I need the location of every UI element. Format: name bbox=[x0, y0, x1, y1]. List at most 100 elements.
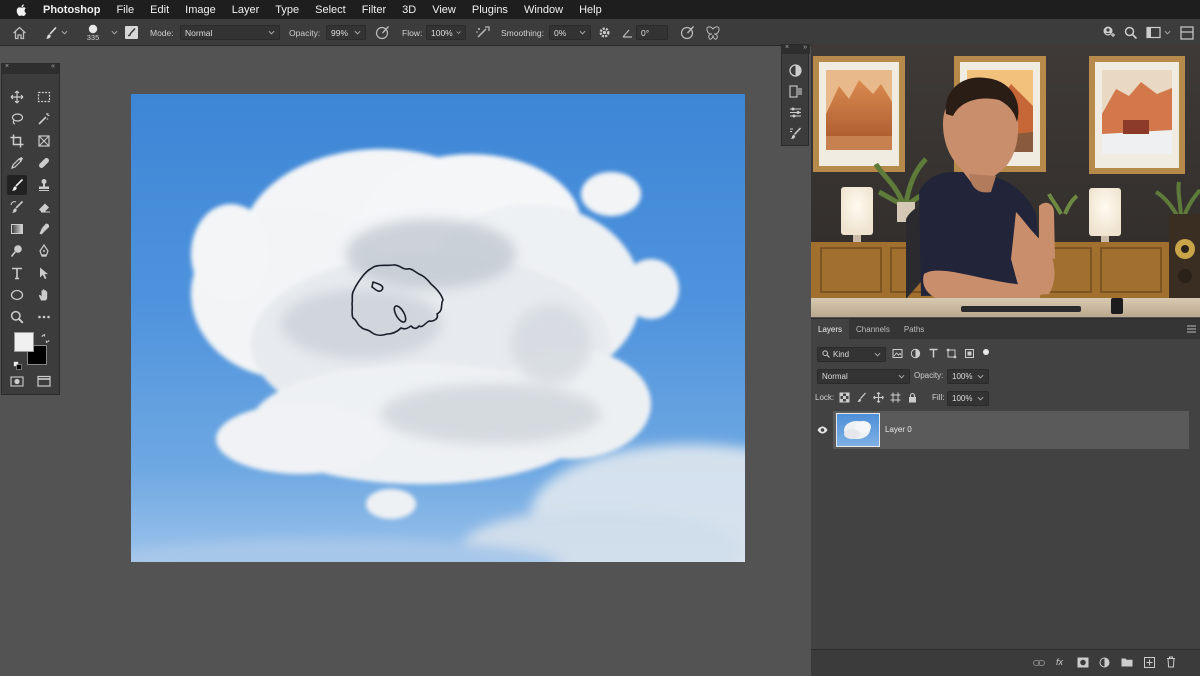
brush-settings-toggle[interactable] bbox=[124, 19, 139, 46]
type-tool[interactable] bbox=[7, 263, 27, 283]
collapsed-panel-header[interactable]: × » bbox=[782, 44, 810, 54]
more-tools[interactable] bbox=[34, 307, 54, 327]
pressure-opacity-toggle[interactable] bbox=[375, 19, 390, 46]
dodge-tool[interactable] bbox=[7, 241, 27, 261]
filter-adjustment-icon[interactable] bbox=[910, 348, 921, 359]
delete-layer-icon[interactable] bbox=[1166, 656, 1176, 668]
menu-file[interactable]: File bbox=[116, 4, 134, 16]
share-button[interactable] bbox=[1101, 19, 1116, 46]
tools-panel-header[interactable]: × « bbox=[2, 63, 59, 74]
app-menu[interactable]: Photoshop bbox=[43, 4, 100, 16]
marquee-tool[interactable] bbox=[34, 87, 54, 107]
eraser-tool[interactable] bbox=[34, 197, 54, 217]
gear-icon bbox=[599, 27, 610, 38]
apple-icon[interactable] bbox=[15, 3, 29, 17]
history-panel-icon[interactable] bbox=[788, 84, 803, 99]
new-group-folder-icon[interactable] bbox=[1121, 657, 1133, 667]
smoothing-settings-button[interactable] bbox=[598, 19, 611, 46]
filter-pixel-icon[interactable] bbox=[892, 348, 903, 359]
adjustments-panel-icon[interactable] bbox=[788, 105, 803, 120]
pressure-size-toggle[interactable] bbox=[680, 19, 695, 46]
new-adjustment-layer-icon[interactable] bbox=[1099, 657, 1110, 668]
brush-tool[interactable] bbox=[7, 175, 27, 195]
document-canvas[interactable] bbox=[131, 94, 745, 562]
pen-tool[interactable] bbox=[34, 241, 54, 261]
new-layer-icon[interactable] bbox=[1144, 657, 1155, 668]
filter-type-icon[interactable] bbox=[928, 348, 939, 359]
tool-preset-picker[interactable] bbox=[44, 19, 68, 46]
panel-menu-icon[interactable] bbox=[1187, 325, 1196, 333]
hand-tool[interactable] bbox=[34, 285, 54, 305]
menu-filter[interactable]: Filter bbox=[362, 4, 386, 16]
airbrush-toggle[interactable] bbox=[475, 19, 491, 46]
close-icon[interactable]: × bbox=[785, 44, 789, 51]
menu-type[interactable]: Type bbox=[275, 4, 299, 16]
smoothing-field[interactable]: 0% bbox=[549, 25, 591, 40]
zoom-tool[interactable] bbox=[7, 307, 27, 327]
link-layers-icon[interactable] bbox=[1033, 659, 1045, 667]
screen-mode-button[interactable] bbox=[34, 371, 54, 391]
layer-opacity-field[interactable]: 100% bbox=[947, 368, 989, 384]
default-colors-icon[interactable] bbox=[13, 357, 22, 370]
smudge-tool[interactable] bbox=[34, 219, 54, 239]
shape-tool[interactable] bbox=[7, 285, 27, 305]
home-button[interactable] bbox=[12, 19, 27, 46]
blend-mode-dropdown[interactable]: Normal bbox=[817, 368, 910, 384]
crop-tool[interactable] bbox=[7, 131, 27, 151]
mode-dropdown[interactable]: Normal bbox=[180, 25, 280, 40]
symmetry-button[interactable] bbox=[705, 19, 721, 46]
lock-pixels-icon[interactable] bbox=[856, 392, 867, 403]
magic-wand-tool[interactable] bbox=[34, 109, 54, 129]
gradient-tool[interactable] bbox=[7, 219, 27, 239]
healing-tool[interactable] bbox=[34, 153, 54, 173]
color-panel-icon[interactable] bbox=[788, 63, 803, 78]
filter-shape-icon[interactable] bbox=[946, 348, 957, 359]
panel-layout-button[interactable] bbox=[1180, 19, 1194, 46]
menu-window[interactable]: Window bbox=[524, 4, 563, 16]
add-mask-icon[interactable] bbox=[1077, 657, 1089, 668]
opacity-field[interactable]: 99% bbox=[326, 25, 366, 40]
angle-field[interactable]: 0° bbox=[636, 25, 668, 40]
fill-field[interactable]: 100% bbox=[947, 390, 989, 406]
menu-help[interactable]: Help bbox=[579, 4, 602, 16]
filter-smart-object-icon[interactable] bbox=[964, 348, 975, 359]
menu-view[interactable]: View bbox=[432, 4, 456, 16]
visibility-eye-icon[interactable] bbox=[817, 426, 828, 434]
workspace-button[interactable] bbox=[1146, 19, 1171, 46]
menu-layer[interactable]: Layer bbox=[232, 4, 260, 16]
lock-position-icon[interactable] bbox=[873, 392, 884, 403]
history-brush-tool[interactable] bbox=[7, 197, 27, 217]
brush-size-picker[interactable]: 335 bbox=[86, 19, 100, 46]
quick-mask-button[interactable] bbox=[7, 371, 27, 391]
expand-icon[interactable]: » bbox=[803, 44, 807, 51]
eyedropper-tool[interactable] bbox=[7, 153, 27, 173]
menu-3d[interactable]: 3D bbox=[402, 4, 416, 16]
move-tool[interactable] bbox=[7, 87, 27, 107]
menu-image[interactable]: Image bbox=[185, 4, 216, 16]
layer-row[interactable]: Layer 0 bbox=[833, 411, 1189, 449]
brushes-panel-icon[interactable] bbox=[788, 126, 803, 141]
fx-icon[interactable]: fx bbox=[1056, 657, 1063, 667]
lock-transparent-icon[interactable] bbox=[839, 392, 850, 403]
tab-layers[interactable]: Layers bbox=[811, 319, 850, 339]
stamp-tool[interactable] bbox=[34, 175, 54, 195]
layer-filter-dropdown[interactable]: Kind bbox=[817, 346, 886, 362]
path-select-tool[interactable] bbox=[34, 263, 54, 283]
menu-select[interactable]: Select bbox=[315, 4, 346, 16]
close-icon[interactable]: × bbox=[5, 63, 9, 70]
foreground-color-swatch[interactable] bbox=[14, 332, 34, 352]
swap-colors-icon[interactable] bbox=[41, 330, 50, 344]
menu-edit[interactable]: Edit bbox=[150, 4, 169, 16]
tab-channels[interactable]: Channels bbox=[849, 319, 897, 339]
frame-tool[interactable] bbox=[34, 131, 54, 151]
lock-all-icon[interactable] bbox=[907, 392, 918, 403]
lasso-tool[interactable] bbox=[7, 109, 27, 129]
collapse-icon[interactable]: « bbox=[51, 63, 55, 70]
menu-plugins[interactable]: Plugins bbox=[472, 4, 508, 16]
layers-panel: Layers Channels Paths Kind Normal Opacit… bbox=[811, 318, 1200, 676]
filter-toggle-icon[interactable] bbox=[982, 348, 990, 356]
search-button[interactable] bbox=[1124, 19, 1138, 46]
flow-field[interactable]: 100% bbox=[426, 25, 466, 40]
lock-artboard-icon[interactable] bbox=[890, 392, 901, 403]
tab-paths[interactable]: Paths bbox=[897, 319, 931, 339]
